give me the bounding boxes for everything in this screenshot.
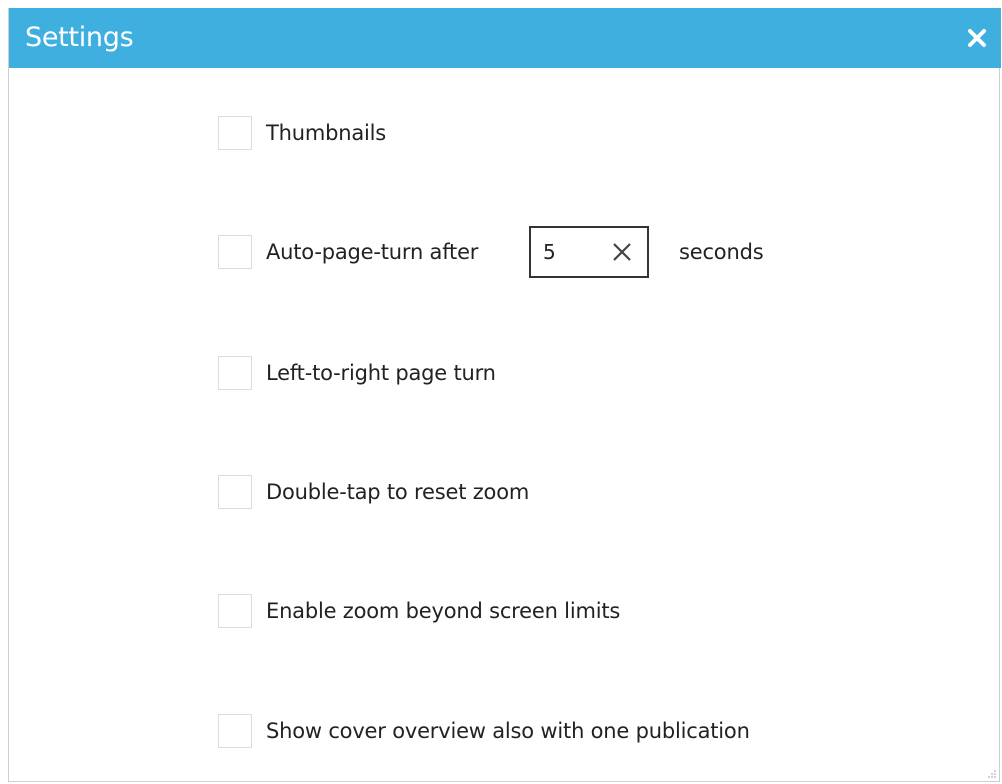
clear-icon <box>613 243 631 261</box>
clear-input-button[interactable] <box>611 241 633 263</box>
title-bar: Settings <box>9 8 1001 68</box>
left-to-right-checkbox[interactable] <box>218 356 252 390</box>
auto-page-turn-checkbox[interactable] <box>218 235 252 269</box>
option-zoom-beyond-limits: Enable zoom beyond screen limits <box>218 593 620 629</box>
cover-overview-checkbox[interactable] <box>218 714 252 748</box>
option-left-to-right: Left-to-right page turn <box>218 355 496 391</box>
option-cover-overview: Show cover overview also with one public… <box>218 713 750 749</box>
auto-page-turn-label: Auto-page-turn after <box>266 240 479 264</box>
resize-grip-icon[interactable] <box>987 769 997 779</box>
double-tap-reset-zoom-checkbox[interactable] <box>218 475 252 509</box>
left-to-right-label: Left-to-right page turn <box>266 361 496 385</box>
option-double-tap-reset-zoom: Double-tap to reset zoom <box>218 474 529 510</box>
zoom-beyond-limits-label: Enable zoom beyond screen limits <box>266 599 621 623</box>
seconds-input-value[interactable]: 5 <box>543 228 556 276</box>
cover-overview-label: Show cover overview also with one public… <box>266 719 750 743</box>
option-thumbnails: Thumbnails <box>218 115 386 151</box>
dialog-title: Settings <box>25 22 134 53</box>
seconds-unit-label: seconds <box>679 240 764 264</box>
settings-dialog: Settings Thumbnails Auto-page-turn after… <box>8 8 1001 782</box>
zoom-beyond-limits-checkbox[interactable] <box>218 594 252 628</box>
thumbnails-checkbox[interactable] <box>218 116 252 150</box>
double-tap-reset-zoom-label: Double-tap to reset zoom <box>266 480 530 504</box>
close-icon <box>968 29 986 47</box>
option-auto-page-turn: Auto-page-turn after <box>218 234 478 270</box>
close-button[interactable] <box>961 22 993 54</box>
auto-page-turn-seconds-input[interactable]: 5 <box>529 226 649 278</box>
thumbnails-label: Thumbnails <box>266 121 387 145</box>
